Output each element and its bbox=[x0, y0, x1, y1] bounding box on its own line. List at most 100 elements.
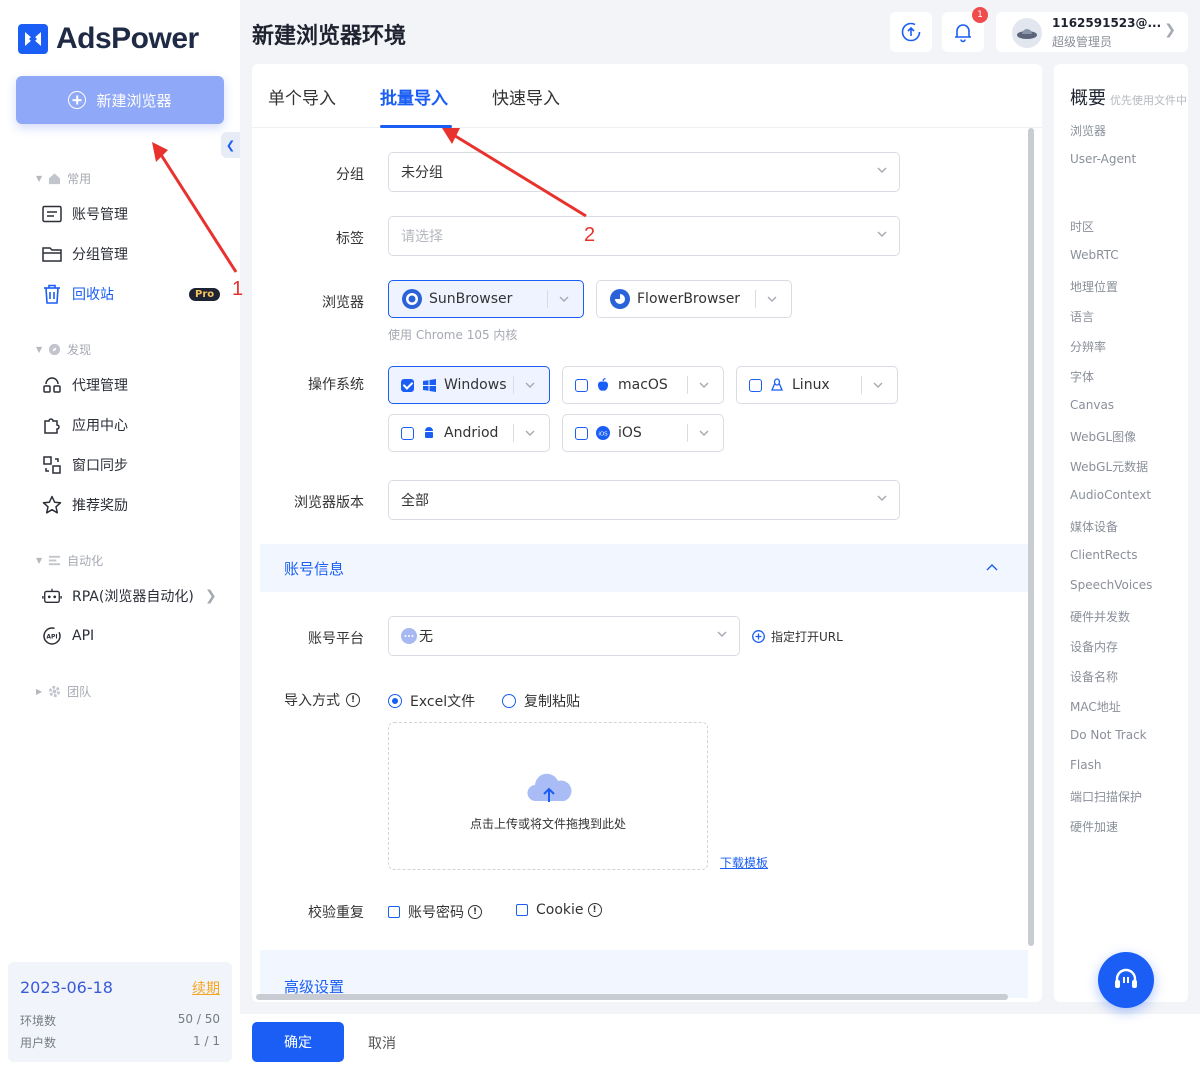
chevron-down-icon[interactable] bbox=[525, 428, 535, 438]
customer-support-button[interactable] bbox=[1098, 952, 1154, 1008]
os-option-linux[interactable]: Linux bbox=[736, 366, 898, 404]
user-menu[interactable]: 1162591523@... 超级管理员 ❯ bbox=[996, 12, 1188, 52]
automation-icon bbox=[49, 555, 61, 566]
account-info-section-header[interactable]: 账号信息 bbox=[260, 544, 1028, 592]
horizontal-scrollbar[interactable] bbox=[256, 994, 1008, 1000]
checkbox[interactable] bbox=[401, 378, 414, 392]
sidebar-item-label: 回收站 bbox=[72, 287, 114, 303]
sidebar-item-api[interactable]: API API bbox=[42, 626, 94, 646]
sidebar-item-accounts[interactable]: 账号管理 bbox=[42, 204, 128, 224]
android-icon bbox=[422, 426, 436, 440]
checkbox[interactable] bbox=[575, 426, 588, 440]
sidebar-item-groups[interactable]: 分组管理 bbox=[42, 244, 128, 264]
confirm-button[interactable]: 确定 bbox=[252, 1022, 344, 1062]
sidebar-item-window-sync[interactable]: 窗口同步 bbox=[42, 455, 128, 475]
robot-icon bbox=[42, 586, 62, 606]
os-option-android[interactable]: Andriod bbox=[388, 414, 550, 452]
sidebar-item-label: 窗口同步 bbox=[72, 458, 128, 474]
sidebar-item-rewards[interactable]: 推荐奖励 bbox=[42, 495, 128, 515]
sidebar-item-recycle-bin[interactable]: 回收站 bbox=[42, 284, 114, 304]
windows-icon bbox=[422, 378, 436, 392]
bell-icon bbox=[955, 24, 971, 43]
os-option-ios[interactable]: iOS iOS bbox=[562, 414, 724, 452]
section-discover[interactable]: ▼ 发现 bbox=[36, 341, 91, 358]
sidebar-item-rpa[interactable]: RPA(浏览器自动化) bbox=[42, 586, 194, 606]
renew-link[interactable]: 续期 bbox=[192, 978, 220, 998]
checkbox[interactable] bbox=[516, 904, 528, 916]
summary-title: 概要 优先使用文件中 bbox=[1070, 84, 1187, 110]
checkbox[interactable] bbox=[575, 378, 588, 392]
chevron-down-icon bbox=[717, 631, 727, 637]
radio-button[interactable] bbox=[502, 694, 516, 708]
trash-icon bbox=[42, 284, 62, 304]
chevron-down-icon bbox=[877, 231, 887, 237]
group-label: 分组 bbox=[336, 167, 364, 183]
browser-version-select[interactable]: 全部 bbox=[388, 480, 900, 520]
info-icon[interactable]: ! bbox=[587, 903, 602, 917]
radio-label: 复制粘贴 bbox=[524, 694, 580, 710]
radio-excel-file[interactable]: Excel文件 bbox=[388, 691, 475, 711]
section-automation[interactable]: ▼ 自动化 bbox=[36, 552, 103, 569]
chevron-down-icon[interactable] bbox=[699, 380, 709, 390]
vertical-scrollbar[interactable] bbox=[1028, 128, 1034, 946]
dedupe-option-account-password[interactable]: 账号密码 ! bbox=[388, 902, 482, 922]
summary-item: 字体 bbox=[1070, 370, 1095, 384]
info-icon[interactable]: ! bbox=[346, 693, 360, 707]
os-option-windows[interactable]: Windows bbox=[388, 366, 550, 404]
account-platform-select[interactable]: 无 bbox=[388, 616, 740, 656]
chevron-down-icon[interactable] bbox=[525, 380, 535, 390]
download-template-link[interactable]: 下载模板 bbox=[720, 854, 768, 871]
os-name: macOS bbox=[618, 377, 668, 393]
tag-select[interactable]: 请选择 bbox=[388, 216, 900, 256]
dedupe-option-cookie[interactable]: Cookie ! bbox=[516, 902, 602, 918]
chevron-down-icon[interactable] bbox=[699, 428, 709, 438]
collapse-sidebar-button[interactable]: ❮ bbox=[221, 132, 240, 158]
subscription-date: 2023-06-18 bbox=[20, 978, 113, 997]
file-upload-dropzone[interactable]: 点击上传或将文件拖拽到此处 bbox=[388, 722, 708, 870]
caret-right-icon: ▶ bbox=[36, 687, 43, 696]
chevron-down-icon[interactable] bbox=[873, 380, 883, 390]
group-value: 未分组 bbox=[401, 165, 443, 181]
svg-text:API: API bbox=[46, 634, 57, 641]
tab-batch-import[interactable]: 批量导入 bbox=[380, 84, 448, 109]
tag-placeholder: 请选择 bbox=[401, 229, 443, 245]
info-icon[interactable]: ! bbox=[468, 905, 482, 919]
apple-icon bbox=[596, 378, 610, 392]
chevron-down-icon[interactable] bbox=[767, 294, 777, 304]
tab-quick-import[interactable]: 快速导入 bbox=[492, 84, 560, 109]
section-common[interactable]: ▼ 常用 bbox=[36, 170, 91, 187]
summary-item: AudioContext bbox=[1070, 488, 1152, 502]
sidebar-item-label: 应用中心 bbox=[72, 418, 128, 434]
sync-button[interactable] bbox=[890, 12, 932, 52]
browser-option-flowerbrowser[interactable]: FlowerBrowser bbox=[596, 280, 792, 318]
chevron-down-icon[interactable] bbox=[559, 294, 569, 304]
radio-button[interactable] bbox=[388, 694, 402, 708]
radio-copy-paste[interactable]: 复制粘贴 bbox=[502, 691, 580, 711]
checkbox[interactable] bbox=[388, 906, 400, 918]
user-count-row: 用户数 1 / 1 bbox=[20, 1034, 220, 1051]
linux-icon bbox=[770, 378, 784, 392]
sidebar-item-proxy[interactable]: 代理管理 bbox=[42, 375, 128, 395]
sidebar-item-app-center[interactable]: 应用中心 bbox=[42, 415, 128, 435]
advanced-settings-section-header[interactable]: 高级设置 bbox=[260, 950, 1028, 998]
sidebar-item-label: 分组管理 bbox=[72, 247, 128, 263]
checkbox[interactable] bbox=[749, 378, 762, 392]
more-circle-icon bbox=[401, 628, 417, 644]
specify-open-url-button[interactable]: 指定打开URL bbox=[752, 628, 843, 645]
summary-item: 端口扫描保护 bbox=[1070, 790, 1143, 804]
create-browser-panel: 单个导入 批量导入 快速导入 分组 未分组 标签 请选择 浏览器 SunBrow… bbox=[252, 64, 1042, 1002]
group-select[interactable]: 未分组 bbox=[388, 152, 900, 192]
tab-single-import[interactable]: 单个导入 bbox=[268, 84, 336, 109]
account-platform-value: 无 bbox=[419, 629, 433, 645]
notifications-button[interactable]: 1 bbox=[942, 7, 988, 52]
browser-core-hint: 使用 Chrome 105 内核 bbox=[388, 328, 518, 342]
section-team[interactable]: ▶ 团队 bbox=[36, 683, 91, 700]
browser-option-sunbrowser[interactable]: SunBrowser bbox=[388, 280, 584, 318]
section-title: 发现 bbox=[67, 343, 92, 357]
avatar bbox=[1012, 18, 1042, 48]
cancel-button[interactable]: 取消 bbox=[368, 1033, 396, 1053]
os-option-macos[interactable]: macOS bbox=[562, 366, 724, 404]
logo[interactable]: AdsPower bbox=[18, 22, 199, 56]
checkbox[interactable] bbox=[401, 426, 414, 440]
new-browser-button[interactable]: 新建浏览器 bbox=[16, 76, 224, 124]
